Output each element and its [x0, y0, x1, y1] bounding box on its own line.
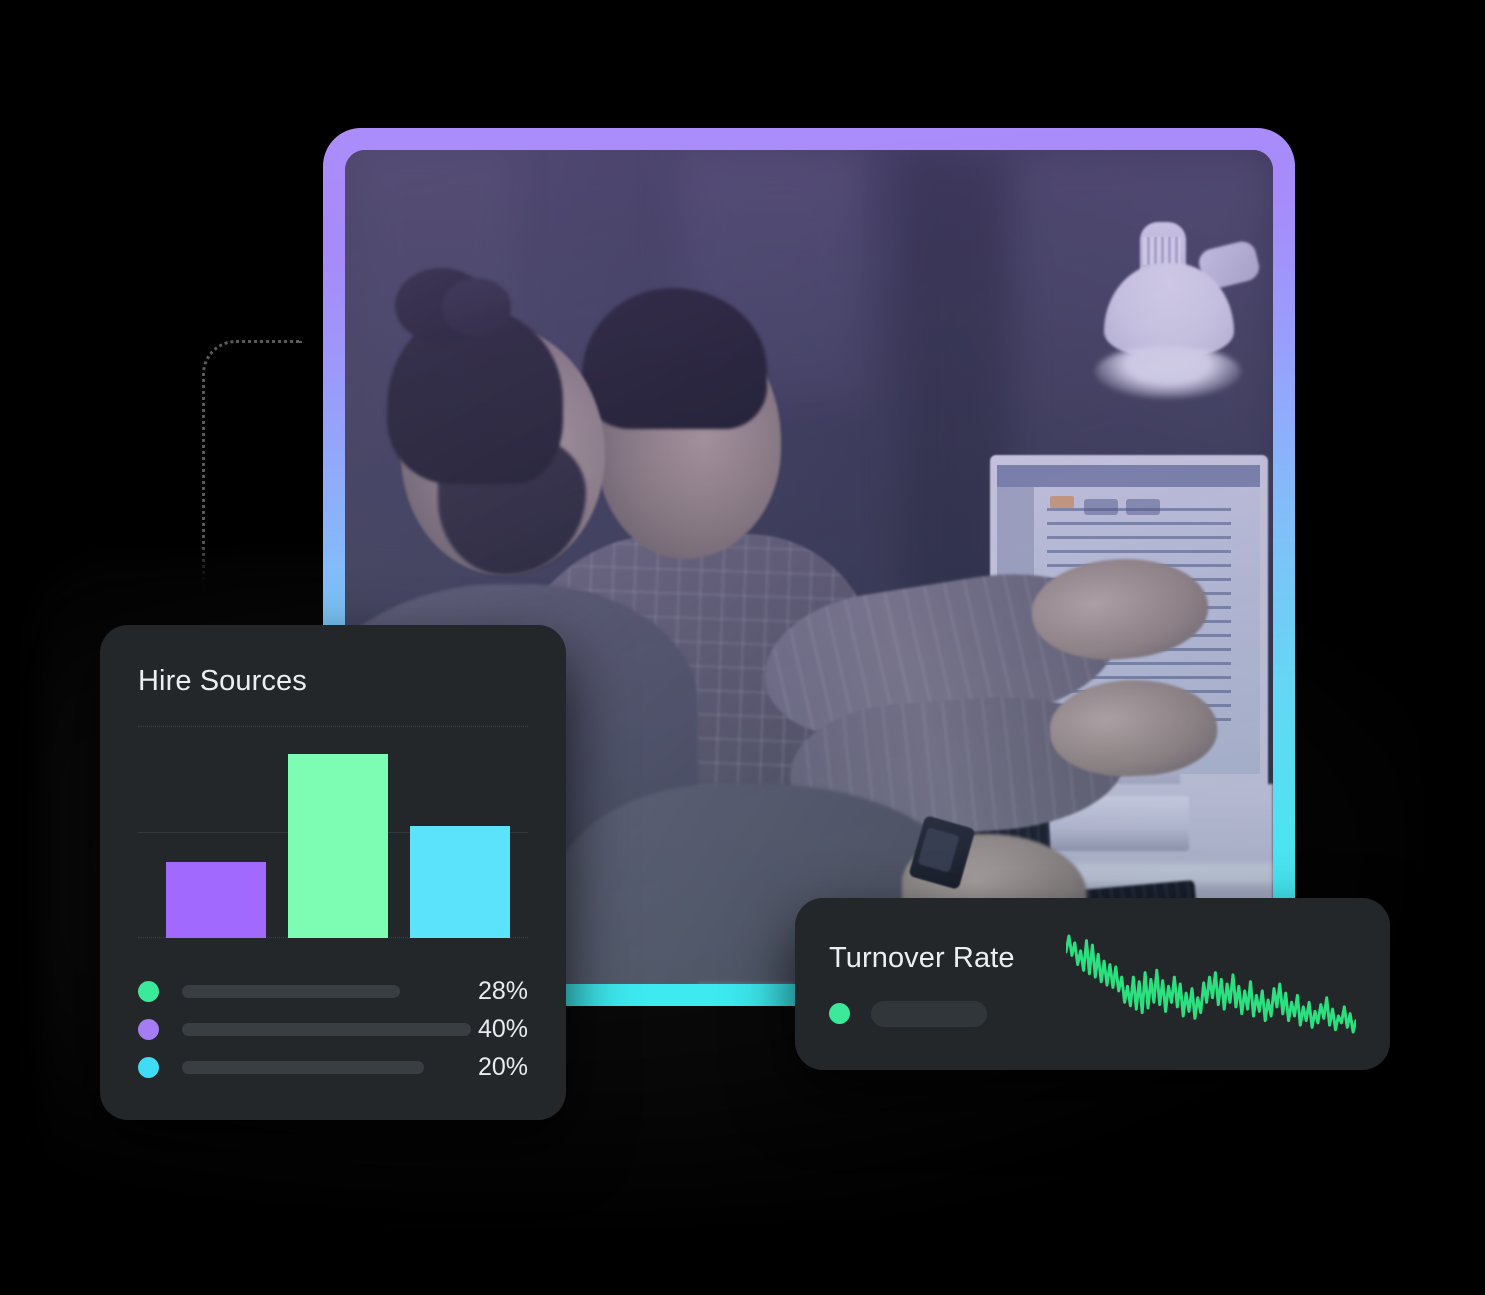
turnover-rate-card[interactable]: Turnover Rate	[795, 898, 1390, 1070]
legend-color-dot	[138, 1056, 159, 1078]
legend-percent: 40%	[477, 1014, 528, 1043]
chart-bars	[166, 726, 510, 938]
hire-sources-legend: 28% 40% 20%	[138, 972, 528, 1086]
legend-color-dot	[138, 980, 159, 1002]
legend-row: 20%	[138, 1048, 528, 1086]
turnover-rate-sparkline	[1066, 934, 1356, 1034]
legend-color-dot	[829, 1003, 850, 1024]
chart-bar	[410, 825, 510, 938]
hire-sources-card[interactable]: Hire Sources 28% 40% 20%	[100, 625, 566, 1120]
page-root: Hire Sources 28% 40% 20% Turnover Rate	[0, 0, 1485, 1295]
hire-sources-title: Hire Sources	[138, 665, 307, 697]
legend-color-dot	[138, 1018, 159, 1040]
legend-placeholder-bar	[182, 984, 401, 998]
turnover-rate-sparkline-wrap	[1066, 930, 1356, 1038]
legend-placeholder-bar	[871, 1000, 987, 1027]
legend-percent: 20%	[477, 1052, 528, 1081]
legend-placeholder-bar	[182, 1060, 424, 1074]
legend-row: 40%	[138, 1010, 528, 1048]
chart-bar	[288, 753, 388, 938]
chart-bar	[166, 861, 266, 938]
turnover-rate-title: Turnover Rate	[829, 941, 1015, 974]
turnover-rate-legend	[829, 1000, 1066, 1027]
legend-percent: 28%	[477, 976, 528, 1005]
legend-row: 28%	[138, 972, 528, 1010]
legend-placeholder-bar	[182, 1022, 471, 1036]
hire-sources-bar-chart	[138, 726, 528, 938]
turnover-rate-info: Turnover Rate	[829, 930, 1066, 1038]
